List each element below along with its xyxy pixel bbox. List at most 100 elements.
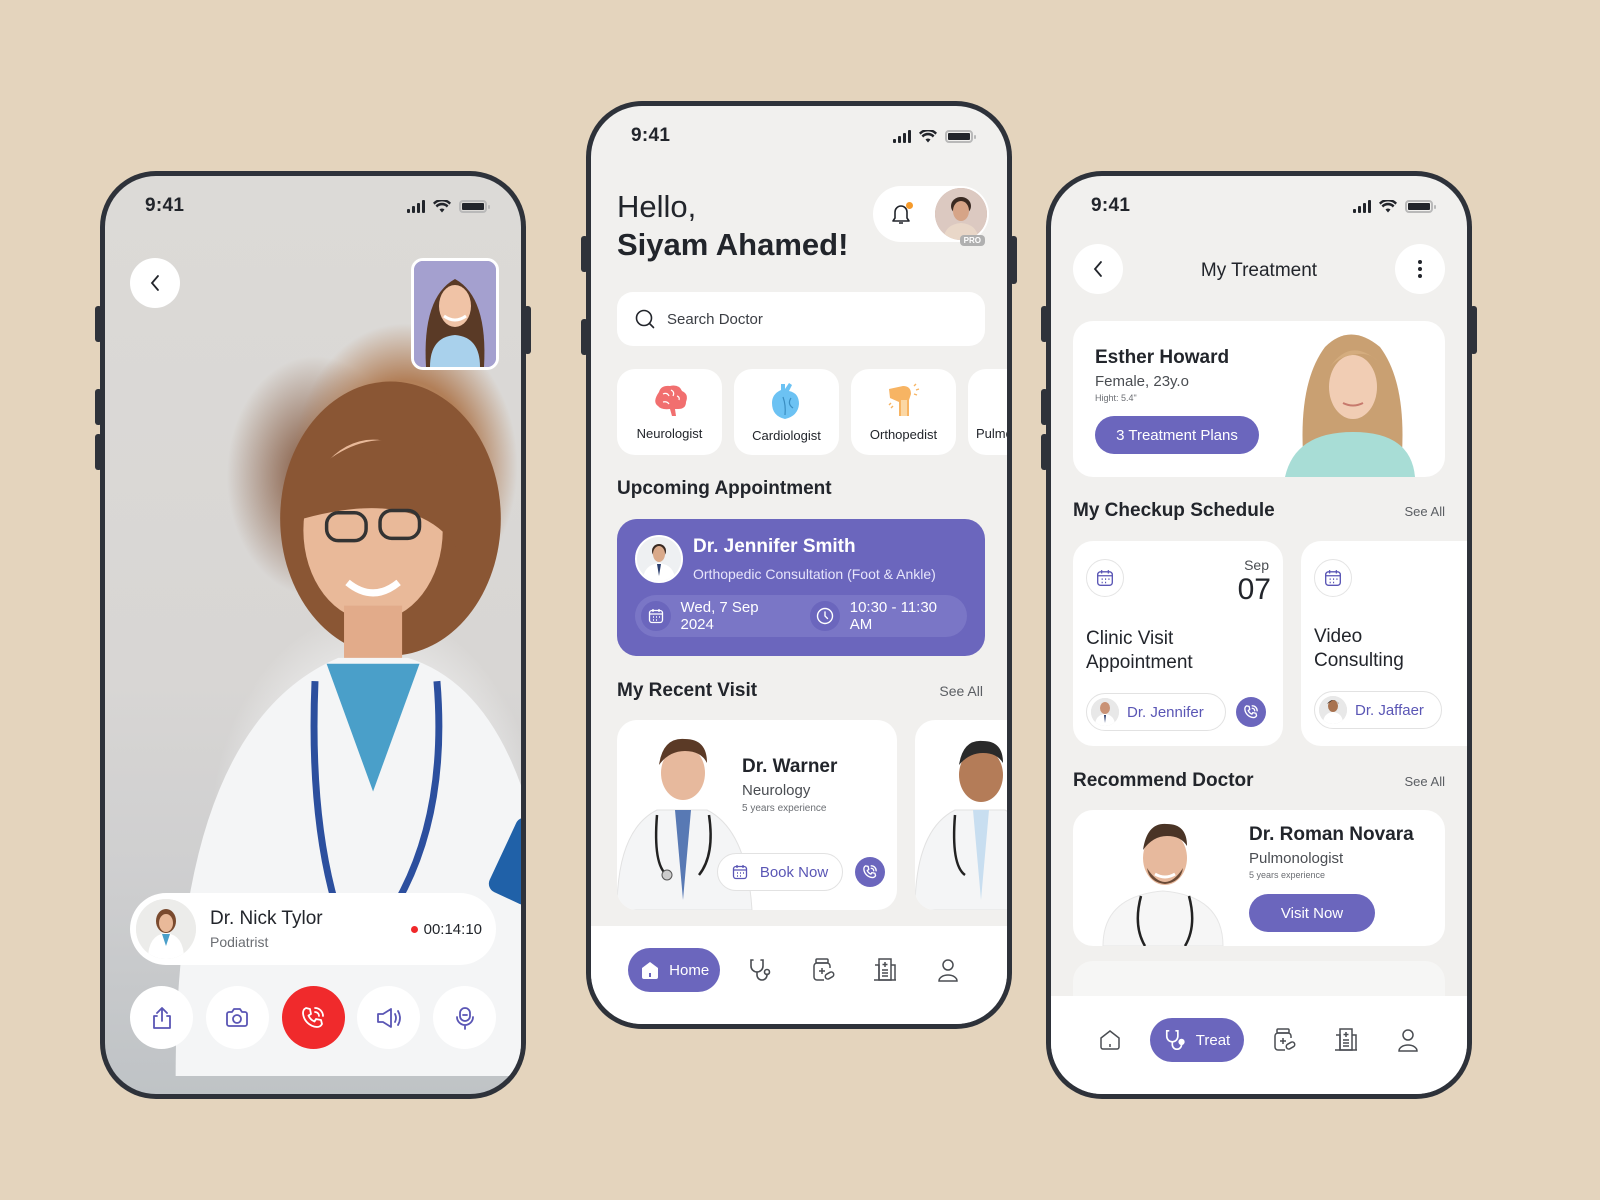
- phone-side-button: [1041, 434, 1048, 470]
- category-cardiologist[interactable]: Cardiologist: [734, 369, 839, 455]
- schedule-card[interactable]: Sep 07 Clinic Visit Appointment Dr. Jenn…: [1073, 541, 1283, 746]
- category-orthopedist[interactable]: Orthopedist: [851, 369, 956, 455]
- call-info-bar: Dr. Nick Tylor Podiatrist 00:14:10: [130, 893, 496, 965]
- tab-pharmacy[interactable]: [801, 948, 845, 992]
- greeting: Hello, Siyam Ahamed!: [617, 188, 848, 264]
- appointment-date-text: Wed, 7 Sep 2024: [680, 599, 759, 633]
- patient-photo: [1285, 334, 1415, 477]
- battery-icon: [1405, 199, 1436, 213]
- doctor-avatar: [136, 899, 196, 959]
- microphone-button[interactable]: [433, 986, 496, 1049]
- medicine-icon: [1274, 1028, 1296, 1051]
- tab-treatment[interactable]: Treat: [1150, 1018, 1244, 1062]
- heart-icon: [771, 382, 799, 419]
- home-screen: 9:41 Hello, Siyam Ahamed! PRO Search Doc…: [591, 106, 1007, 1024]
- user-icon: [937, 959, 958, 982]
- back-button[interactable]: [130, 258, 180, 308]
- stethoscope-icon: [1165, 1029, 1185, 1050]
- call-doctor-button[interactable]: [1236, 697, 1266, 727]
- greeting-hello: Hello,: [617, 189, 697, 224]
- visit-now-button[interactable]: Visit Now: [1249, 894, 1375, 932]
- call-timer: 00:14:10: [410, 921, 482, 938]
- recommend-see-all[interactable]: See All: [1405, 774, 1445, 789]
- tab-profile[interactable]: [1386, 1018, 1430, 1062]
- tab-home[interactable]: Home: [628, 948, 721, 992]
- doctor-name: Dr. Nick Tylor: [210, 908, 323, 929]
- pro-badge: PRO: [959, 235, 985, 246]
- schedule-card[interactable]: Video Consulting Dr. Jaffaer: [1301, 541, 1467, 746]
- doctor-photo: [1102, 823, 1224, 946]
- status-time: 9:41: [1091, 195, 1131, 216]
- category-label: Orthopedist: [869, 426, 938, 442]
- call-doctor-button[interactable]: [855, 857, 885, 887]
- tab-hospital[interactable]: [863, 948, 907, 992]
- tab-treatment[interactable]: [739, 948, 783, 992]
- phone-power-button: [524, 306, 531, 354]
- recommend-doctor-title: Recommend Doctor: [1073, 770, 1254, 791]
- profile-avatar[interactable]: PRO: [935, 188, 987, 246]
- status-time: 9:41: [145, 195, 185, 216]
- schedule-doctor-name: Dr. Jennifer: [1127, 703, 1204, 721]
- call-controls: [130, 986, 496, 1049]
- tab-home-label: Home: [669, 961, 710, 979]
- microphone-icon: [455, 1006, 474, 1030]
- more-options-button[interactable]: [1395, 244, 1445, 294]
- lungs-icon: [1006, 384, 1007, 418]
- category-list: Neurologist Cardiologist Orthopedist Pul…: [617, 369, 1007, 455]
- phone-side-button: [1041, 389, 1048, 425]
- self-view-preview[interactable]: [411, 258, 499, 370]
- speaker-button[interactable]: [357, 986, 421, 1049]
- schedule-title: Clinic Visit Appointment: [1086, 628, 1193, 673]
- more-vertical-icon: [1418, 260, 1422, 278]
- patient-card: Esther Howard Female, 23y.o Hight: 5.4" …: [1073, 321, 1445, 477]
- doctor-role: Podiatrist: [210, 934, 269, 950]
- phone-video-call: 9:41 Dr. Nick Tylor Podiatrist 00:14:10: [95, 171, 531, 1099]
- recommended-doctor-card[interactable]: Dr. Roman Novara Pulmonologist 5 years e…: [1073, 810, 1445, 946]
- category-pulmonologist[interactable]: Pulmo: [968, 369, 1007, 455]
- phone-side-button: [95, 389, 102, 425]
- tab-hospital[interactable]: [1324, 1018, 1368, 1062]
- recent-visit-see-all[interactable]: See All: [939, 683, 983, 699]
- status-bar: 9:41: [145, 194, 490, 218]
- book-now-button[interactable]: Book Now: [717, 853, 843, 891]
- search-input[interactable]: [667, 310, 947, 328]
- doctor-specialty: Neurology: [742, 782, 811, 799]
- camera-button[interactable]: [205, 986, 269, 1049]
- appointment-time: 10:30 - 11:30 AM: [810, 599, 961, 633]
- search-bar[interactable]: [617, 292, 985, 346]
- greeting-username: Siyam Ahamed!: [617, 227, 849, 262]
- recent-visit-card[interactable]: [915, 720, 1007, 910]
- phone-icon: [1244, 705, 1258, 719]
- tab-profile[interactable]: [926, 948, 970, 992]
- signal-icon: [1353, 199, 1371, 213]
- calendar-icon: [1097, 570, 1113, 586]
- schedule-doctor-name: Dr. Jaffaer: [1355, 701, 1424, 719]
- notification-button[interactable]: [891, 202, 913, 225]
- end-call-button[interactable]: [281, 986, 345, 1049]
- upcoming-appointment-card[interactable]: Dr. Jennifer Smith Orthopedic Consultati…: [617, 519, 985, 656]
- phone-side-button: [581, 236, 588, 272]
- bottom-tab-bar: Home: [591, 926, 1007, 1024]
- checkup-see-all[interactable]: See All: [1405, 504, 1445, 519]
- book-now-label: Book Now: [759, 863, 829, 881]
- doctor-avatar: [1319, 696, 1347, 724]
- treatment-plans-button[interactable]: 3 Treatment Plans: [1095, 416, 1259, 454]
- user-icon: [1398, 1029, 1418, 1052]
- doctor-avatar: [635, 535, 683, 583]
- doctor-experience: 5 years experience: [1249, 870, 1326, 880]
- tab-pharmacy[interactable]: [1262, 1018, 1306, 1062]
- notification-dot: [906, 202, 913, 209]
- phone-power-button: [1470, 306, 1477, 354]
- recent-visit-card[interactable]: Dr. Warner Neurology 5 years experience …: [617, 720, 897, 910]
- status-bar: 9:41: [631, 124, 976, 148]
- phone-treatment: 9:41 My Treatment Esther Howard Female, …: [1041, 171, 1477, 1099]
- tab-home[interactable]: [1088, 1018, 1132, 1062]
- category-label: Pulmo: [976, 425, 1007, 441]
- category-neurologist[interactable]: Neurologist: [617, 369, 722, 455]
- doctor-avatar: [1091, 698, 1119, 726]
- treatment-screen: 9:41 My Treatment Esther Howard Female, …: [1051, 176, 1467, 1094]
- schedule-doctor-chip[interactable]: Dr. Jennifer: [1086, 693, 1226, 731]
- speaker-icon: [376, 1007, 401, 1028]
- schedule-doctor-chip[interactable]: Dr. Jaffaer: [1314, 691, 1442, 729]
- share-button[interactable]: [130, 986, 193, 1049]
